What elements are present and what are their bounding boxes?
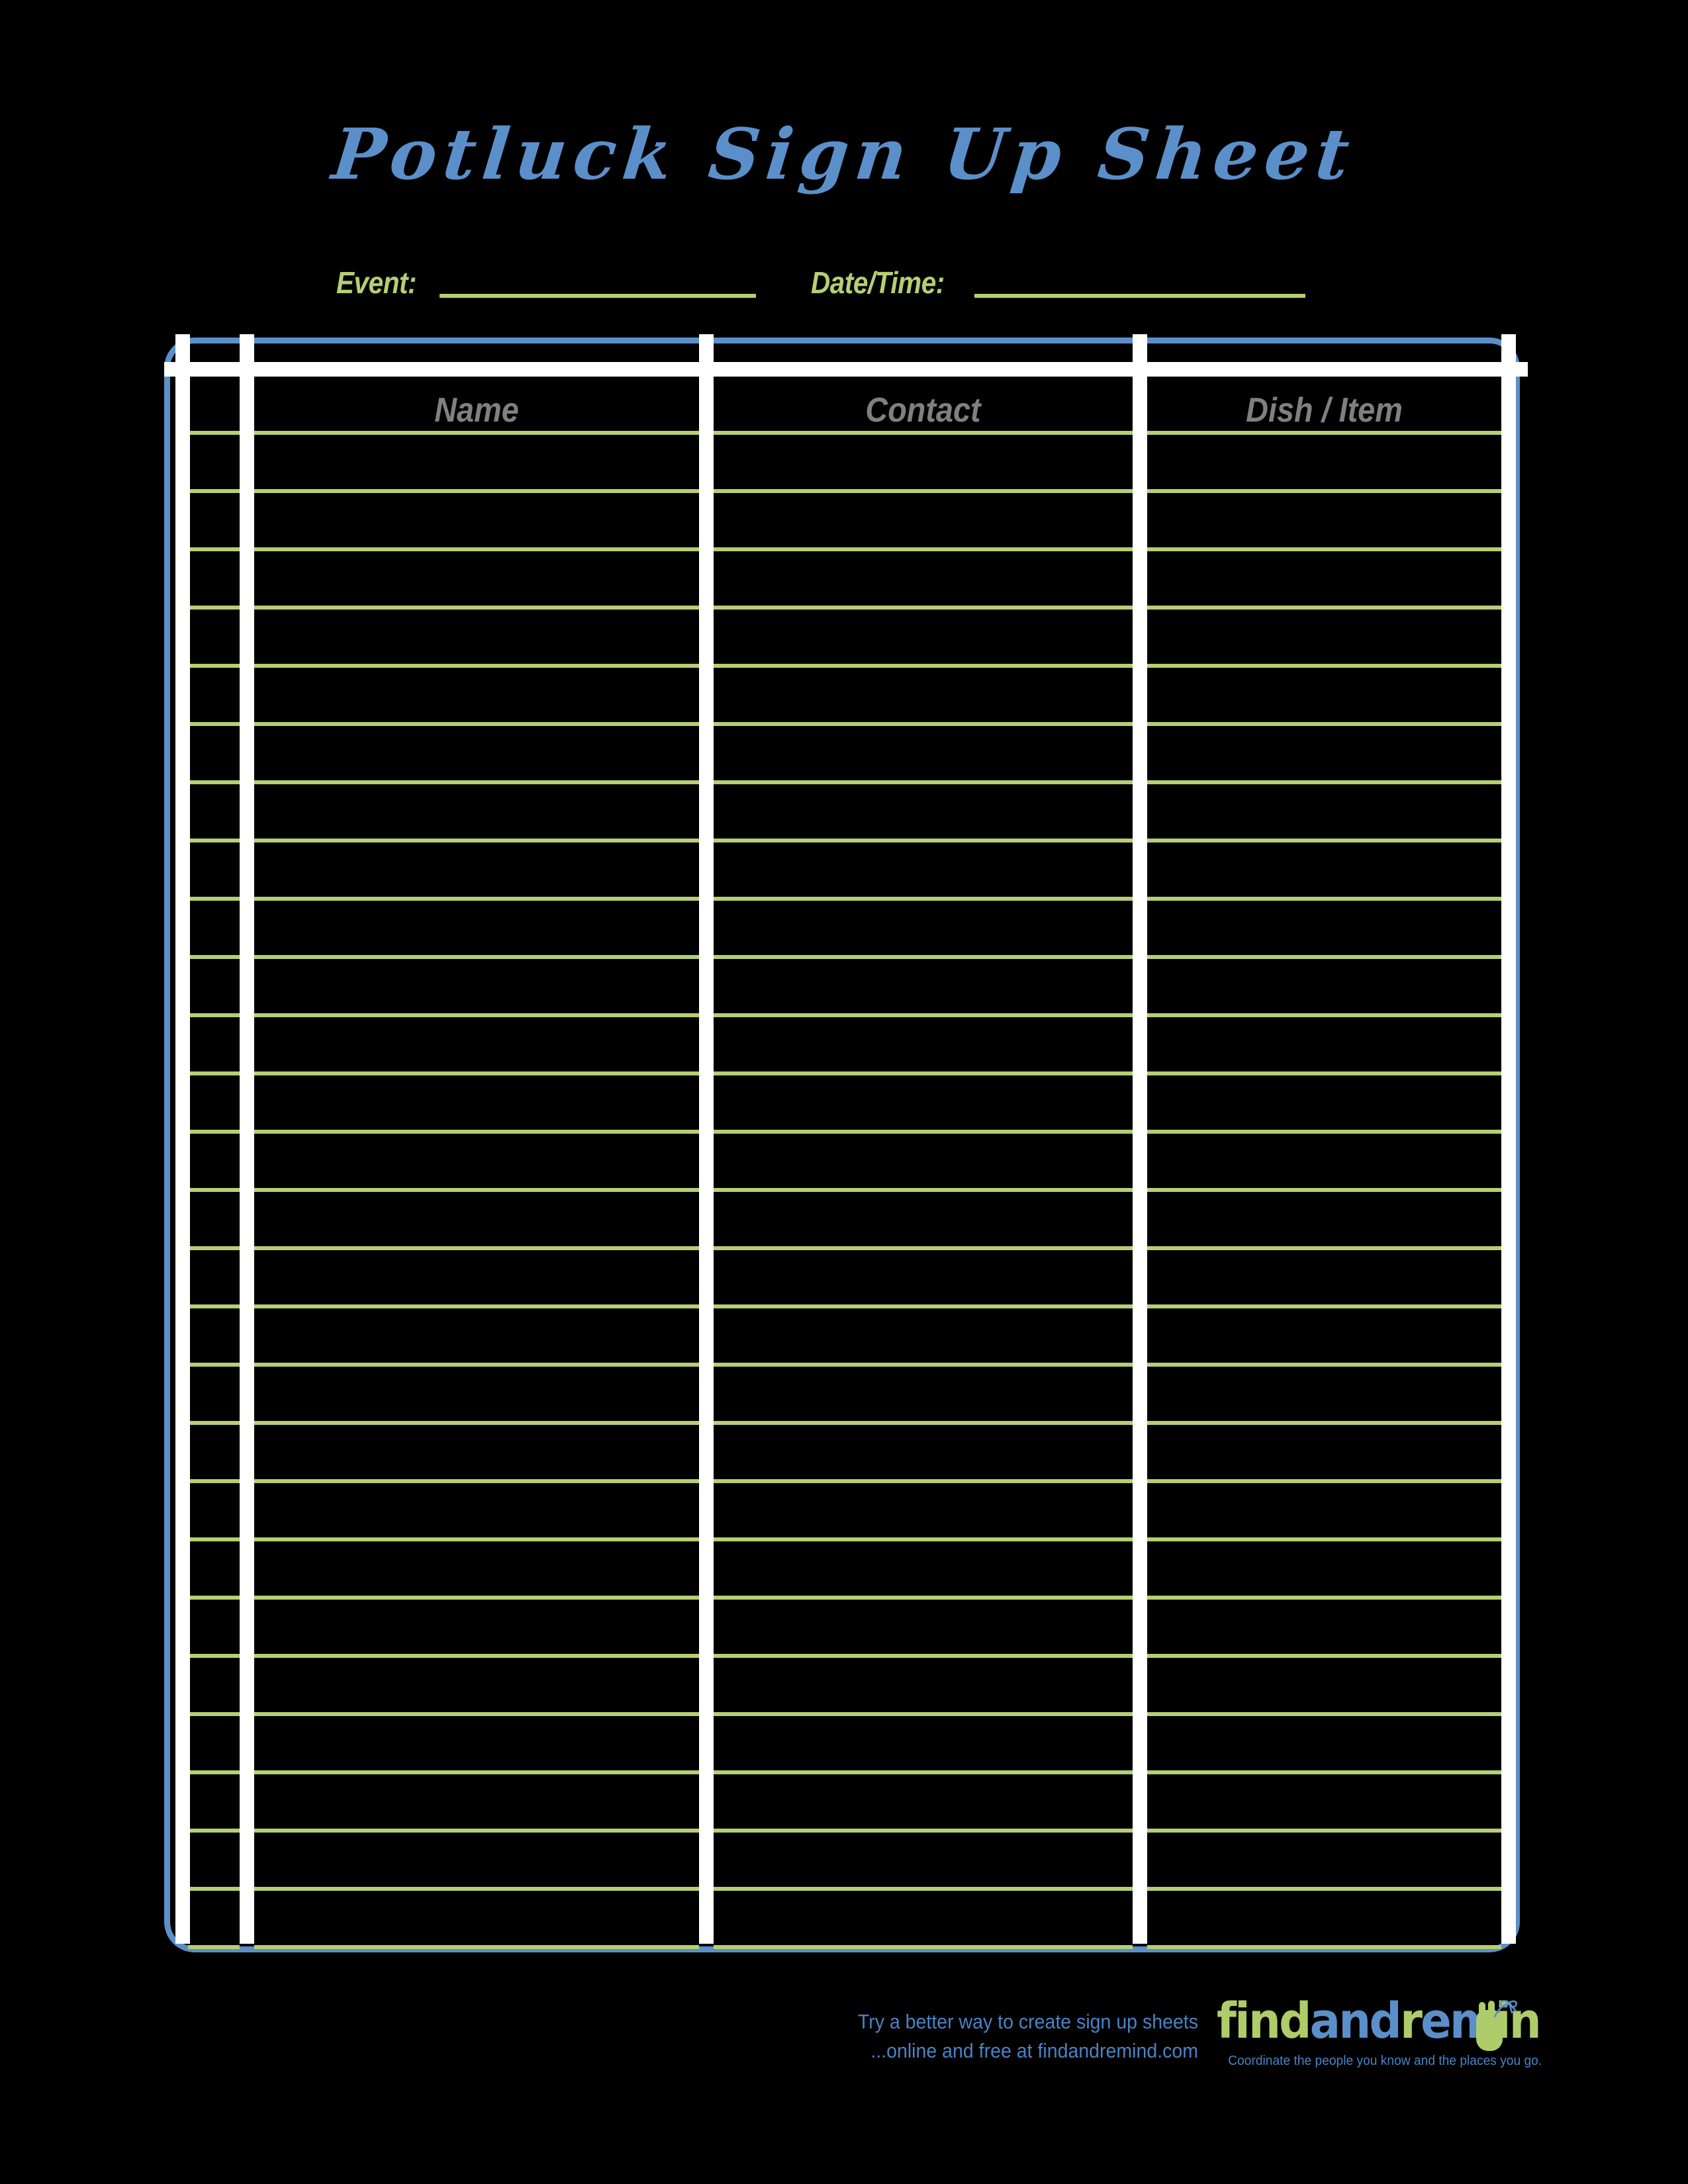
logo-part-r: r	[1399, 1993, 1423, 2050]
findandremind-logo[interactable]: findandremin Coordinate the people you k…	[1217, 1993, 1542, 2075]
table-row[interactable]	[164, 668, 1528, 726]
logo-part-and: and	[1309, 1993, 1402, 2050]
column-divider-right-gutter	[1501, 334, 1516, 1944]
row-cell-dish-rule[interactable]	[1147, 1945, 1501, 1949]
column-divider-number-name	[240, 334, 254, 1944]
row-cell-name-rule[interactable]	[254, 1945, 699, 1949]
table-row[interactable]	[164, 842, 1528, 901]
table-row[interactable]	[164, 1308, 1528, 1367]
event-label: Event:	[336, 265, 417, 300]
signup-table: Name Contact Dish / Item	[164, 334, 1528, 1956]
event-field-group: Event:	[336, 259, 756, 300]
logo-tagline: Coordinate the people you know and the p…	[1228, 2054, 1542, 2068]
table-row[interactable]	[164, 1250, 1528, 1308]
table-row[interactable]	[164, 1541, 1528, 1600]
event-input-line[interactable]	[439, 294, 756, 298]
table-row[interactable]	[164, 1134, 1528, 1192]
footer-promo-text: Try a better way to create sign up sheet…	[808, 2007, 1198, 2066]
table-row[interactable]	[164, 493, 1528, 551]
row-cell-number-rule[interactable]	[188, 1945, 240, 1949]
column-divider-left-gutter	[175, 334, 190, 1944]
table-row[interactable]	[164, 1425, 1528, 1483]
datetime-field-group: Date/Time:	[811, 259, 1306, 300]
column-header-name: Name	[434, 391, 519, 430]
page-footer: Try a better way to create sign up sheet…	[0, 1993, 1688, 2108]
header-separator-band	[164, 362, 1528, 377]
table-row[interactable]	[164, 1192, 1528, 1250]
column-divider-contact-dish	[1133, 334, 1147, 1944]
string-bow-icon	[1493, 2000, 1518, 2018]
datetime-input-line[interactable]	[974, 294, 1306, 298]
table-row[interactable]	[164, 726, 1528, 784]
table-row[interactable]	[164, 784, 1528, 842]
table-row[interactable]	[164, 1774, 1528, 1833]
column-divider-name-contact	[699, 334, 714, 1944]
table-row[interactable]	[164, 551, 1528, 610]
table-row[interactable]	[164, 610, 1528, 668]
table-row[interactable]	[164, 959, 1528, 1017]
table-row[interactable]	[164, 901, 1528, 959]
table-row[interactable]	[164, 1891, 1528, 1949]
table-row[interactable]	[164, 1658, 1528, 1716]
table-row[interactable]	[164, 1017, 1528, 1075]
table-row[interactable]	[164, 1075, 1528, 1134]
table-row[interactable]	[164, 1483, 1528, 1541]
form-meta-row: Event: Date/Time:	[0, 259, 1688, 306]
table-row[interactable]	[164, 1716, 1528, 1774]
logo-part-find: find	[1217, 1993, 1311, 2050]
column-header-contact: Contact	[865, 391, 981, 430]
row-cell-contact-rule[interactable]	[714, 1945, 1133, 1949]
column-header-dish: Dish / Item	[1246, 391, 1403, 430]
table-row[interactable]	[164, 1600, 1528, 1658]
footer-promo-line-1: Try a better way to create sign up sheet…	[857, 2010, 1198, 2033]
table-row[interactable]	[164, 1833, 1528, 1891]
datetime-label: Date/Time:	[811, 265, 945, 300]
table-row[interactable]	[164, 1367, 1528, 1425]
footer-promo-line-2: ...online and free at findandremind.com	[870, 2039, 1198, 2062]
page-title: Potluck Sign Up Sheet	[328, 113, 1360, 195]
signup-table-body	[164, 377, 1528, 1949]
table-row[interactable]	[164, 435, 1528, 493]
